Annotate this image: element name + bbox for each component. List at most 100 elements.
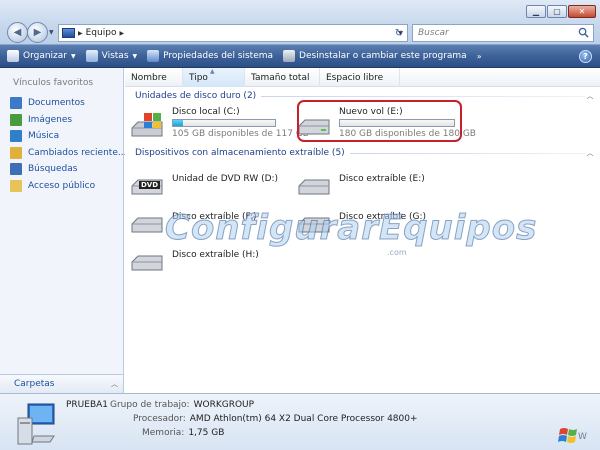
- column-header-name[interactable]: Nombre: [125, 68, 183, 87]
- sidebar-item-label: Música: [28, 131, 60, 142]
- drive-free-space: 105 GB disponibles de 117 GB: [172, 129, 309, 139]
- pictures-icon: [10, 113, 22, 126]
- favorite-links-title: Vínculos favoritos: [13, 78, 94, 88]
- column-header-free-space[interactable]: Espacio libre: [320, 68, 400, 87]
- removable-disk-icon: [298, 179, 330, 195]
- drive-name: Disco extraíble (H:): [172, 250, 259, 260]
- group-label: Unidades de disco duro (2): [135, 91, 257, 101]
- command-bar: Organizar ▼ Vistas ▼ Propiedades del sis…: [0, 45, 600, 68]
- drive-removable-h[interactable]: Disco extraíble (H:): [130, 244, 290, 278]
- recent-pages-dropdown[interactable]: ▼: [49, 29, 54, 36]
- recent-icon: [10, 146, 22, 159]
- documents-icon: [10, 97, 22, 110]
- file-list: Nombre ▲ Tipo Tamaño total Espacio libre…: [125, 68, 600, 393]
- computer-name: PRUEBA1: [66, 400, 109, 410]
- group-divider: [349, 152, 585, 154]
- public-folder-icon: [10, 179, 22, 192]
- memory-value: 1,75 GB: [188, 428, 225, 438]
- watermark-suffix: .com: [387, 248, 407, 257]
- search-icon[interactable]: [578, 27, 589, 38]
- sidebar-item-recent[interactable]: Cambiados reciente...: [10, 145, 126, 162]
- organize-button[interactable]: Organizar ▼: [7, 50, 76, 62]
- more-commands-icon[interactable]: »: [477, 52, 482, 61]
- group-divider: [261, 95, 585, 97]
- processor-value: AMD Athlon(tm) 64 X2 Dual Core Processor…: [189, 414, 418, 424]
- column-label: Nombre: [131, 72, 167, 83]
- column-header-type[interactable]: ▲ Tipo: [183, 68, 245, 87]
- sidebar-item-label: Acceso público: [28, 180, 96, 191]
- search-placeholder: Buscar: [418, 28, 449, 38]
- views-button[interactable]: Vistas ▼: [85, 50, 138, 62]
- column-headers: Nombre ▲ Tipo Tamaño total Espacio libre: [125, 68, 600, 87]
- breadcrumb-separator-icon[interactable]: ▶: [119, 30, 124, 37]
- navigation-pane: Vínculos favoritos Documentos Imágenes Mús…: [0, 68, 126, 393]
- back-button[interactable]: ◀: [7, 22, 28, 43]
- sidebar-item-public-folder[interactable]: Acceso público: [10, 178, 126, 195]
- sidebar-item-music[interactable]: Música: [10, 128, 126, 145]
- workgroup-value: WORKGROUP: [193, 400, 255, 410]
- svg-text:W: W: [578, 432, 587, 442]
- processor-label: Procesador:: [133, 414, 186, 424]
- system-properties-button[interactable]: Propiedades del sistema: [147, 50, 273, 62]
- dropdown-arrow-icon: ▼: [132, 52, 138, 60]
- search-input[interactable]: Buscar: [412, 24, 594, 42]
- dvd-badge: DVD: [139, 181, 161, 189]
- refresh-icon[interactable]: ↻: [389, 25, 409, 41]
- folders-label: Carpetas: [14, 379, 55, 389]
- processor-row: Procesador: AMD Athlon(tm) 64 X2 Dual Co…: [133, 414, 418, 424]
- column-label: Tipo: [189, 72, 208, 83]
- column-label: Tamaño total: [251, 72, 310, 83]
- breadcrumb-separator-icon[interactable]: ▶: [78, 30, 83, 37]
- drive-name: Disco extraíble (E:): [339, 174, 425, 184]
- organize-icon: [7, 50, 19, 62]
- breadcrumb-equipo[interactable]: Equipo: [86, 28, 117, 38]
- searches-icon: [10, 163, 22, 176]
- system-properties-label: Propiedades del sistema: [163, 51, 274, 61]
- group-label: Dispositivos con almacenamiento extraíbl…: [135, 148, 345, 158]
- sidebar-item-searches[interactable]: Búsquedas: [10, 161, 126, 178]
- music-icon: [10, 130, 22, 143]
- windows-logo-icon: W: [558, 428, 587, 443]
- drive-name: Unidad de DVD RW (D:): [172, 174, 279, 184]
- chevron-up-icon[interactable]: ︿: [111, 379, 118, 389]
- windows-drive-icon: [131, 113, 163, 137]
- chevron-up-icon[interactable]: ︿: [585, 148, 595, 158]
- window-controls: ▁ ▢ ✕: [526, 5, 596, 18]
- workgroup-row: Grupo de trabajo: WORKGROUP: [110, 400, 254, 410]
- forward-button[interactable]: ▶: [27, 22, 48, 43]
- memory-label: Memoria:: [142, 428, 185, 438]
- drive-removable-e[interactable]: Disco extraíble (E:): [297, 168, 457, 202]
- minimize-button[interactable]: ▁: [526, 5, 546, 18]
- sidebar-item-label: Documentos: [28, 98, 85, 109]
- computer-icon: [62, 28, 75, 38]
- uninstall-label: Desinstalar o cambiar este programa: [299, 51, 467, 61]
- uninstall-icon: [283, 50, 296, 62]
- sidebar-item-pictures[interactable]: Imágenes: [10, 112, 126, 129]
- maximize-button[interactable]: ▢: [547, 5, 567, 18]
- sort-indicator-icon: ▲: [210, 68, 215, 75]
- sidebar-item-documents[interactable]: Documentos: [10, 95, 126, 112]
- system-properties-icon: [147, 50, 160, 62]
- watermark: ConfigurarEquipos: [164, 208, 538, 249]
- views-icon: [85, 50, 98, 62]
- chevron-up-icon[interactable]: ︿: [585, 91, 595, 101]
- dropdown-arrow-icon: ▼: [71, 52, 76, 60]
- uninstall-program-button[interactable]: Desinstalar o cambiar este programa: [283, 50, 467, 62]
- close-button[interactable]: ✕: [568, 5, 596, 18]
- removable-disk-icon: [131, 217, 163, 233]
- folders-toggle[interactable]: Carpetas ︿: [0, 374, 123, 393]
- drive-dvd[interactable]: DVD Unidad de DVD RW (D:): [130, 168, 290, 202]
- drive-name: Disco local (C:): [172, 107, 240, 117]
- group-header-removable[interactable]: Dispositivos con almacenamiento extraíbl…: [135, 146, 595, 160]
- capacity-bar: [172, 119, 276, 127]
- column-header-total-size[interactable]: Tamaño total: [245, 68, 320, 87]
- sidebar-item-label: Imágenes: [28, 114, 73, 125]
- address-bar[interactable]: ▶ Equipo ▶ ▼: [58, 24, 408, 42]
- removable-disk-icon: [131, 255, 163, 271]
- organize-label: Organizar: [23, 51, 67, 61]
- views-label: Vistas: [101, 51, 129, 61]
- sidebar-item-label: Búsquedas: [28, 164, 78, 175]
- help-icon[interactable]: ?: [579, 50, 592, 63]
- capacity-bar-fill: [173, 120, 184, 126]
- drive-c[interactable]: Disco local (C:) 105 GB disponibles de 1…: [130, 106, 309, 142]
